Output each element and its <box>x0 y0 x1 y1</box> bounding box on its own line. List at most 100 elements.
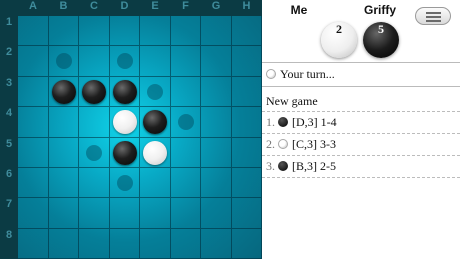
player-me-score: 2 <box>321 22 357 58</box>
board-cell-g7[interactable] <box>201 198 232 229</box>
board-cell-a4[interactable] <box>18 107 49 138</box>
player-opponent-name: Griffy <box>363 3 396 17</box>
board-cell-d2[interactable] <box>109 46 140 77</box>
board-cell-g1[interactable] <box>201 16 232 47</box>
board-cell-f2[interactable] <box>170 46 201 77</box>
board-cell-d5[interactable] <box>109 137 140 168</box>
column-label: E <box>151 0 159 12</box>
column-label: F <box>182 0 189 12</box>
side-panel: Me 2 Griffy 5 Your turn... New game 1. [… <box>262 0 460 259</box>
board-cell-d1[interactable] <box>109 16 140 47</box>
board-cell-e1[interactable] <box>140 16 171 47</box>
row-label: 2 <box>5 46 13 59</box>
board-grid <box>18 16 262 259</box>
white-disc-icon <box>278 139 288 149</box>
board-cell-h7[interactable] <box>231 198 262 229</box>
board-cell-a6[interactable] <box>18 168 49 199</box>
board-cell-c3[interactable] <box>79 76 110 108</box>
board-cell-e4[interactable] <box>140 107 171 138</box>
board-cell-c8[interactable] <box>79 228 110 259</box>
white-disc <box>143 140 167 165</box>
board-cell-f6[interactable] <box>170 168 201 199</box>
column-label: A <box>29 0 37 12</box>
board-cell-b1[interactable] <box>48 16 79 47</box>
board-cell-b2[interactable] <box>48 46 79 77</box>
black-disc <box>51 79 76 104</box>
board-cell-a1[interactable] <box>18 16 49 47</box>
board-cell-c5[interactable] <box>79 137 110 168</box>
hamburger-icon <box>426 12 441 14</box>
board-cell-h2[interactable] <box>231 46 262 77</box>
move-hint-marker <box>116 53 133 70</box>
move-history-item[interactable]: 2. [C,3] 3-3 <box>266 136 336 152</box>
row-label: 7 <box>5 198 13 211</box>
menu-button[interactable] <box>415 7 451 25</box>
board-cell-d3[interactable] <box>109 76 140 108</box>
black-disc <box>143 110 167 135</box>
board-cell-h5[interactable] <box>231 137 262 168</box>
board-cell-f8[interactable] <box>170 228 201 259</box>
board-cell-e3[interactable] <box>140 76 171 108</box>
board-cell-e7[interactable] <box>140 198 171 229</box>
board-cell-g8[interactable] <box>201 228 232 259</box>
move-hint-marker <box>177 114 194 131</box>
column-label: G <box>211 0 221 12</box>
board-cell-c6[interactable] <box>79 168 110 199</box>
board-cell-b8[interactable] <box>48 228 79 259</box>
column-label: C <box>90 0 98 12</box>
board-cell-d4[interactable] <box>109 107 140 138</box>
board-cell-g5[interactable] <box>201 137 232 168</box>
row-label: 5 <box>5 137 13 150</box>
board-cell-a2[interactable] <box>18 46 49 77</box>
game-board: A B C D E F G H 1 2 3 4 5 6 7 8 <box>0 0 262 259</box>
board-cell-a3[interactable] <box>18 76 49 108</box>
board-cell-c1[interactable] <box>79 16 110 47</box>
column-label: B <box>59 0 68 12</box>
board-cell-g4[interactable] <box>201 107 232 138</box>
move-hint-marker <box>116 175 133 191</box>
white-disc <box>112 110 137 135</box>
board-cell-g6[interactable] <box>201 168 232 199</box>
board-cell-f7[interactable] <box>170 198 201 229</box>
board-cell-g3[interactable] <box>201 76 232 108</box>
board-cell-b4[interactable] <box>48 107 79 138</box>
board-cell-c2[interactable] <box>79 46 110 77</box>
board-cell-e8[interactable] <box>140 228 171 259</box>
board-cell-f1[interactable] <box>170 16 201 47</box>
white-disc-icon <box>266 69 276 79</box>
board-cell-h4[interactable] <box>231 107 262 138</box>
row-label: 3 <box>5 76 13 89</box>
board-cell-d8[interactable] <box>109 228 140 259</box>
board-cell-b6[interactable] <box>48 168 79 199</box>
row-label: 1 <box>5 16 13 28</box>
board-cell-c7[interactable] <box>79 198 110 229</box>
board-cell-e2[interactable] <box>140 46 171 77</box>
board-cell-h1[interactable] <box>231 16 262 47</box>
board-cell-e6[interactable] <box>140 168 171 199</box>
board-cell-b5[interactable] <box>48 137 79 168</box>
board-cell-h8[interactable] <box>231 228 262 259</box>
black-disc <box>82 79 106 104</box>
board-cell-g2[interactable] <box>201 46 232 77</box>
player-me-name: Me <box>290 3 308 17</box>
move-hint-marker <box>55 53 72 70</box>
board-cell-a7[interactable] <box>18 198 49 229</box>
board-cell-d7[interactable] <box>109 198 140 229</box>
row-label: 4 <box>5 107 13 120</box>
board-cell-c4[interactable] <box>79 107 110 138</box>
move-history-item[interactable]: 3. [B,3] 2-5 <box>266 158 336 174</box>
black-disc-icon <box>278 117 288 127</box>
board-cell-e5[interactable] <box>140 137 171 168</box>
move-history-item[interactable]: 1. [D,3] 1-4 <box>266 114 337 130</box>
board-cell-h6[interactable] <box>231 168 262 199</box>
board-cell-a8[interactable] <box>18 228 49 259</box>
board-cell-b7[interactable] <box>48 198 79 229</box>
turn-status-text: Your turn... <box>280 67 335 81</box>
board-cell-b3[interactable] <box>48 76 79 108</box>
board-cell-f5[interactable] <box>170 137 201 168</box>
board-cell-h3[interactable] <box>231 76 262 108</box>
board-cell-a5[interactable] <box>18 137 49 168</box>
board-cell-d6[interactable] <box>109 168 140 199</box>
board-cell-f4[interactable] <box>170 107 201 138</box>
board-cell-f3[interactable] <box>170 76 201 108</box>
